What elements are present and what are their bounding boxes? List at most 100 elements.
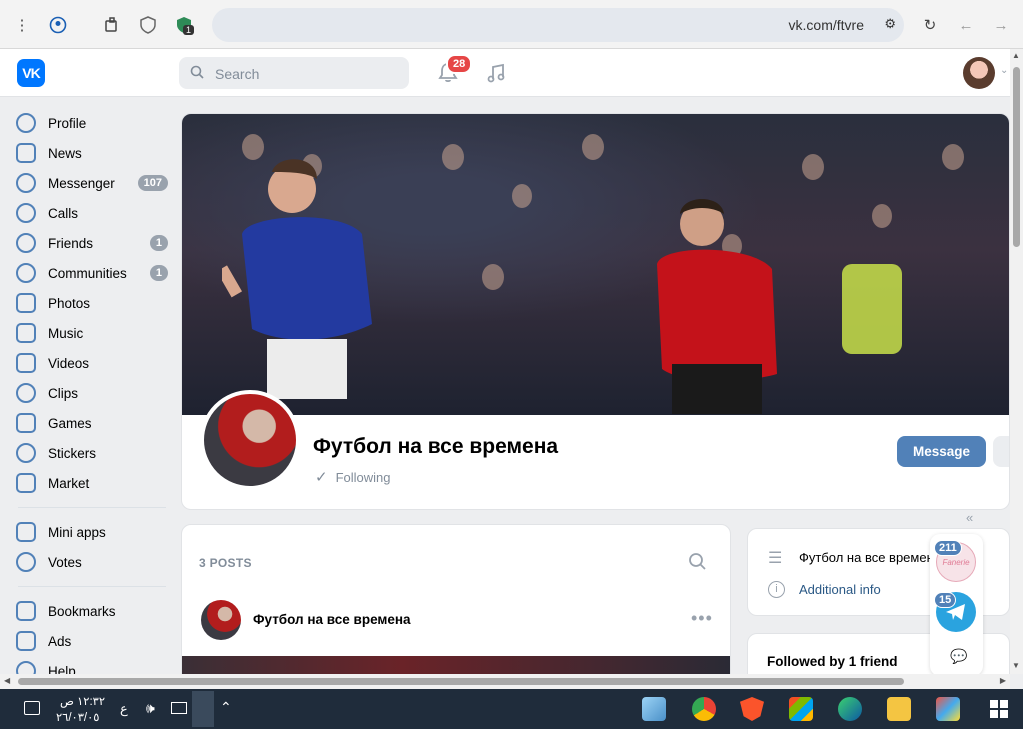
sidebar-item-label: Communities <box>48 265 127 281</box>
photos-icon <box>16 293 36 313</box>
game-app-icon[interactable] <box>936 697 960 721</box>
sidebar-item-label: Messenger <box>48 175 115 191</box>
games-icon <box>16 413 36 433</box>
sidebar-item-label: Bookmarks <box>48 603 116 619</box>
shield-icon[interactable] <box>137 14 159 36</box>
sidebar-divider <box>18 586 166 587</box>
clock-time[interactable]: ١٢:٣٢ ص <box>60 694 105 708</box>
tune-icon[interactable]: ⚙ <box>884 16 896 32</box>
sidebar-item-label: Clips <box>48 385 79 401</box>
chevron-up-icon[interactable]: ⌃ <box>220 699 232 716</box>
browser-menu-icon[interactable]: ⋮ <box>11 14 33 36</box>
friends-icon <box>16 233 36 253</box>
left-sidebar: Profile News Messenger 107 Calls Friends… <box>0 97 176 681</box>
vk-header: VK Search 28 ⌄ <box>0 49 1010 97</box>
browser-toolbar: ⋮ 1 ☆ vk.com/ftvre ⚙ ↻ ← → <box>0 0 1023 49</box>
clock-date[interactable]: ٢٦/٠٣/٠٥ <box>56 710 99 724</box>
chat1-unread-badge: 211 <box>934 540 962 556</box>
community-name: Футбол на все времена <box>313 435 559 458</box>
scroll-down-icon[interactable]: ▼ <box>1012 661 1020 670</box>
followed-by-friends-title[interactable]: Followed by 1 friend <box>767 654 898 669</box>
reload-icon[interactable]: ↻ <box>919 14 941 36</box>
extension-shield-icon[interactable]: 1 <box>173 14 195 36</box>
sidebar-item-games[interactable]: Games <box>14 408 172 438</box>
notification-center-icon[interactable] <box>24 701 40 715</box>
message-button[interactable]: Message <box>897 436 986 467</box>
scroll-left-icon[interactable]: ◀ <box>4 676 10 685</box>
volume-icon[interactable]: 🕪 <box>146 700 155 717</box>
sidebar-item-ads[interactable]: Ads <box>14 626 172 656</box>
sidebar-item-music[interactable]: Music <box>14 318 172 348</box>
back-icon[interactable]: ← <box>955 14 977 36</box>
chat-bubble-icon[interactable]: 💬 <box>950 648 967 665</box>
player-blue-illustration <box>222 159 372 399</box>
more-actions-button[interactable] <box>993 436 1009 467</box>
mini-apps-icon <box>16 522 36 542</box>
sidebar-item-clips[interactable]: Clips <box>14 378 172 408</box>
file-explorer-app-icon[interactable] <box>887 697 911 721</box>
store-app-icon[interactable] <box>789 697 813 721</box>
horizontal-scrollbar-thumb[interactable] <box>18 678 904 685</box>
windows-taskbar: ١٢:٣٢ ص ٢٦/٠٣/٠٥ ع 🕪 ⌃ <box>0 689 1023 729</box>
sidebar-item-videos[interactable]: Videos <box>14 348 172 378</box>
following-status[interactable]: ✓ Following <box>315 468 391 486</box>
edge-app-icon[interactable] <box>838 697 862 721</box>
sidebar-item-calls[interactable]: Calls <box>14 198 172 228</box>
sidebar-item-label: Music <box>48 325 84 341</box>
vertical-scrollbar[interactable]: ▲ ▼ <box>1010 49 1023 674</box>
vk-logo-icon[interactable]: VK <box>17 59 45 87</box>
clips-icon <box>16 383 36 403</box>
user-avatar[interactable] <box>963 57 995 89</box>
sidebar-item-photos[interactable]: Photos <box>14 288 172 318</box>
vertical-scrollbar-thumb[interactable] <box>1013 67 1020 247</box>
posts-count: 3 POSTS <box>199 556 252 570</box>
forward-icon[interactable]: → <box>990 14 1012 36</box>
following-label: Following <box>335 470 391 485</box>
sidebar-item-communities[interactable]: Communities 1 <box>14 258 172 288</box>
sidebar-item-mini-apps[interactable]: Mini apps <box>14 517 172 547</box>
network-icon[interactable] <box>171 702 187 714</box>
music-player-icon[interactable] <box>485 62 507 90</box>
sidebar-item-stickers[interactable]: Stickers <box>14 438 172 468</box>
post-more-icon[interactable]: ••• <box>691 608 713 629</box>
search-input[interactable]: Search <box>179 57 409 89</box>
communities-count-badge: 1 <box>149 265 168 281</box>
post-author-name[interactable]: Футбол на все времена <box>253 612 411 627</box>
address-bar[interactable]: vk.com/ftvre ⚙ <box>212 8 904 42</box>
sidebar-item-label: Calls <box>48 205 79 221</box>
sidebar-item-news[interactable]: News <box>14 138 172 168</box>
scroll-up-icon[interactable]: ▲ <box>1012 51 1020 60</box>
horizontal-scrollbar[interactable]: ◀ ▶ <box>0 674 1010 689</box>
sidebar-item-label: Games <box>48 415 92 431</box>
post-author-avatar[interactable] <box>201 600 241 640</box>
extensions-icon[interactable] <box>101 14 123 36</box>
chat-quick-panel: Fanerie 211 15 💬 <box>930 534 983 676</box>
posts-search-icon[interactable] <box>688 552 706 575</box>
sidebar-item-label: Photos <box>48 295 91 311</box>
sidebar-item-market[interactable]: Market <box>14 468 172 498</box>
sidebar-item-votes[interactable]: Votes <box>14 547 172 577</box>
description-icon: ☰ <box>768 550 783 567</box>
language-indicator[interactable]: ع <box>120 701 128 717</box>
chrome-app-icon[interactable] <box>692 697 716 721</box>
chevron-down-icon[interactable]: ⌄ <box>1000 65 1008 76</box>
sidebar-item-messenger[interactable]: Messenger 107 <box>14 168 172 198</box>
notepad-app-icon[interactable] <box>642 697 666 721</box>
windows-start-icon[interactable] <box>990 700 1008 718</box>
scroll-right-icon[interactable]: ▶ <box>1000 676 1006 685</box>
sidebar-item-profile[interactable]: Profile <box>14 108 172 138</box>
brave-app-icon[interactable] <box>740 697 764 721</box>
notifications-badge: 28 <box>446 54 473 74</box>
sidebar-item-label: Videos <box>48 355 90 371</box>
profile-icon[interactable] <box>47 14 69 36</box>
chat1-logo-text: Fanerie <box>942 557 970 567</box>
pen-app-icon[interactable] <box>192 691 214 727</box>
additional-info-link[interactable]: Additional info <box>799 582 881 597</box>
sidebar-item-friends[interactable]: Friends 1 <box>14 228 172 258</box>
community-avatar[interactable] <box>200 390 300 490</box>
sidebar-item-bookmarks[interactable]: Bookmarks <box>14 596 172 626</box>
collapse-panel-icon[interactable]: « <box>966 510 973 525</box>
stickers-icon <box>16 443 36 463</box>
sidebar-item-label: Votes <box>48 554 82 570</box>
url-text[interactable]: vk.com/ftvre <box>789 17 864 33</box>
